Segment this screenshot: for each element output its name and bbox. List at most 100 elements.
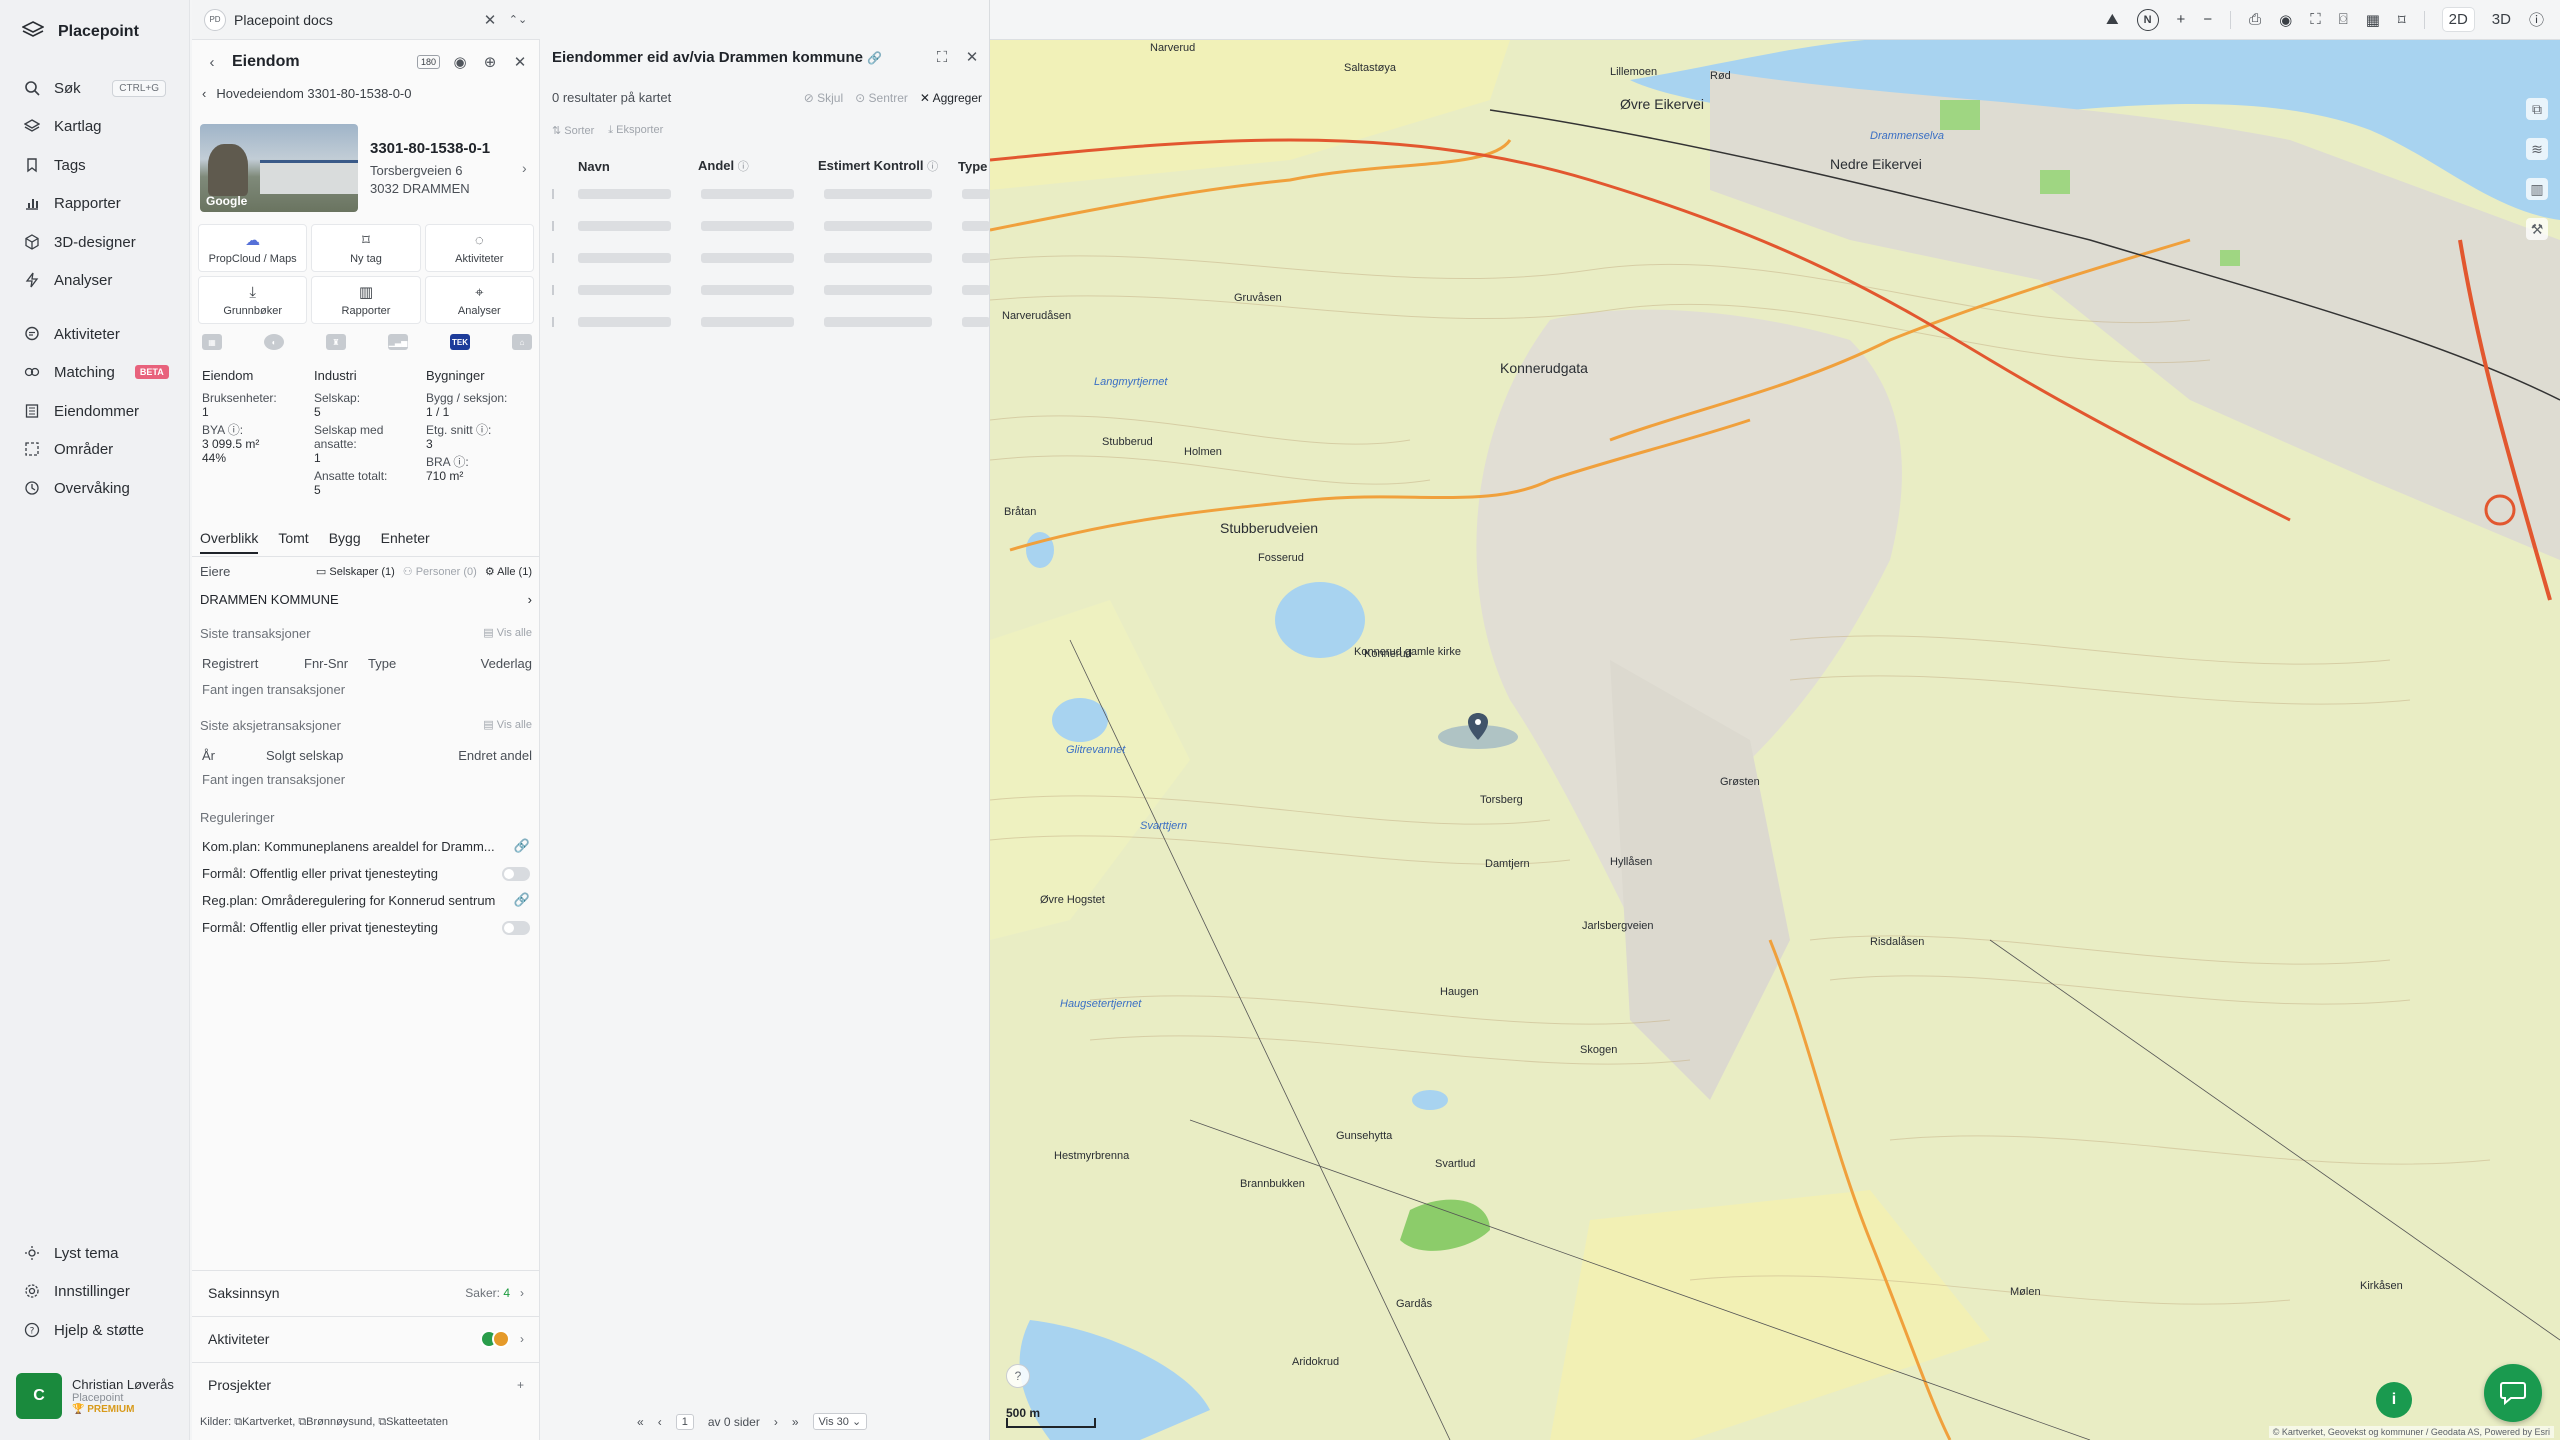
column-header-control[interactable]: Estimert Kontroll ⓘ: [818, 158, 958, 174]
eye-icon[interactable]: ◉: [2279, 11, 2292, 29]
eye-icon[interactable]: ◉: [450, 53, 470, 71]
bar-chart-icon[interactable]: ▥: [2526, 178, 2548, 200]
nav-item-layers[interactable]: Kartlag: [0, 110, 190, 142]
nav-item-light-theme[interactable]: Lyst tema: [0, 1237, 190, 1269]
link-icon[interactable]: 🔗: [514, 892, 530, 908]
compass-icon[interactable]: N: [2136, 8, 2159, 31]
bookmark-icon[interactable]: ⌑: [2398, 11, 2406, 29]
page-input[interactable]: 1: [675, 1413, 694, 1430]
info-button[interactable]: i: [2376, 1382, 2412, 1418]
activities-section[interactable]: Aktiviteter ›: [192, 1316, 540, 1360]
next-page-icon[interactable]: ›: [774, 1415, 778, 1429]
nav-item-monitoring[interactable]: Overvåking: [0, 472, 190, 504]
fullscreen-icon[interactable]: ⛶: [932, 49, 952, 66]
case-access-section[interactable]: Saksinnsyn Saker: 4 ›: [192, 1270, 540, 1314]
prev-page-icon[interactable]: ‹: [658, 1415, 662, 1429]
fullscreen-icon[interactable]: ⛶: [2310, 11, 2321, 28]
aggregate-button[interactable]: ✕ Aggreger: [920, 91, 982, 105]
first-page-icon[interactable]: «: [637, 1415, 644, 1429]
column-header-type[interactable]: Type: [958, 159, 987, 174]
zoom-in-icon[interactable]: +: [2177, 11, 2186, 28]
street-view-photo[interactable]: Google: [200, 124, 358, 212]
projects-section[interactable]: Prosjekter +: [192, 1362, 540, 1406]
filter-persons-chip[interactable]: ⚇ Personer (0): [403, 565, 477, 578]
chevron-right-icon[interactable]: ›: [522, 160, 527, 176]
propcloud-button[interactable]: ☁ PropCloud / Maps: [198, 224, 308, 272]
new-tag-button[interactable]: ⌑ Ny tag: [311, 224, 421, 272]
nav-item-search[interactable]: Søk CTRL+G: [0, 72, 190, 104]
layers-icon[interactable]: ≋: [2526, 138, 2548, 160]
brand[interactable]: Placepoint: [0, 0, 189, 64]
link-icon[interactable]: 🔗: [514, 838, 530, 854]
export-button[interactable]: ⤓ Eksporter: [608, 124, 663, 137]
source-industry-icon[interactable]: ♜: [326, 334, 346, 350]
close-icon[interactable]: ✕: [480, 11, 500, 29]
layer-toggle[interactable]: [502, 866, 530, 881]
filter-all-chip[interactable]: ⚙ Alle (1): [485, 565, 532, 578]
sort-button[interactable]: ⇅ Sorter: [552, 124, 594, 137]
mode-3d-button[interactable]: 3D: [2492, 11, 2511, 28]
activities-button[interactable]: ◌ Aktiviteter: [424, 224, 534, 272]
link-icon[interactable]: 🔗: [867, 51, 882, 65]
layers-3d-icon[interactable]: ⛰: [2106, 11, 2119, 28]
mode-2d-button[interactable]: 2D: [2442, 8, 2474, 31]
column-header-share[interactable]: Andel ⓘ: [698, 158, 818, 174]
see-all-link[interactable]: ▤ Vis alle: [483, 626, 532, 641]
tab-buildings[interactable]: Bygg: [329, 530, 361, 554]
nav-item-matching[interactable]: Matching BETA: [0, 356, 190, 388]
tool-icon[interactable]: ⚒: [2526, 218, 2548, 240]
source-house-icon[interactable]: ⌂: [512, 334, 532, 350]
land-registry-button[interactable]: ⤓ Grunnbøker: [198, 276, 308, 324]
hide-button[interactable]: ⊘ Skjul: [804, 91, 843, 105]
breadcrumb[interactable]: ‹ Hovedeiendom 3301-80-1538-0-0: [202, 86, 411, 101]
back-icon[interactable]: ‹: [202, 54, 222, 71]
nav-item-help[interactable]: ? Hjelp & støtte: [0, 1314, 190, 1346]
reports-button[interactable]: ▥ Rapporter: [311, 276, 421, 324]
center-button[interactable]: ⊙ Sentrer: [855, 91, 908, 105]
close-icon[interactable]: ✕: [510, 53, 530, 71]
see-all-link[interactable]: ▤ Vis alle: [483, 718, 532, 733]
help-icon[interactable]: ?: [1006, 1364, 1030, 1388]
chat-button[interactable]: [2484, 1364, 2542, 1422]
add-project-button[interactable]: +: [517, 1378, 524, 1392]
tab-overview[interactable]: Overblikk: [200, 530, 259, 554]
analyses-button[interactable]: ⌖ Analyser: [424, 276, 534, 324]
expand-collapse-icon[interactable]: ⌃⌄: [508, 13, 528, 26]
column-header-name[interactable]: Navn: [578, 159, 698, 174]
close-icon[interactable]: ✕: [962, 48, 982, 66]
grid-icon[interactable]: ▦: [2366, 11, 2380, 29]
nav-item-settings[interactable]: Innstillinger: [0, 1275, 190, 1307]
info-icon[interactable]: ⓘ: [2529, 9, 2544, 30]
map-view[interactable]: Narverud Saltastøya Lillemoen Rød Øvre E…: [990, 40, 2560, 1440]
nav-item-activities[interactable]: Aktiviteter: [0, 318, 190, 350]
last-page-icon[interactable]: »: [792, 1415, 799, 1429]
source-stats-icon[interactable]: ▁▃▅: [388, 334, 408, 350]
nav-item-properties[interactable]: Eiendommer: [0, 395, 190, 427]
nav-item-tags[interactable]: Tags: [0, 149, 190, 181]
owner-row[interactable]: DRAMMEN KOMMUNE ›: [200, 590, 532, 609]
layer-stack-icon[interactable]: ⧉: [2526, 98, 2548, 120]
workspace-badge[interactable]: PD: [204, 8, 226, 31]
nav-item-3d-designer[interactable]: 3D-designer: [0, 226, 190, 258]
nav-item-analyses[interactable]: Analyser: [0, 264, 190, 296]
tab-lot[interactable]: Tomt: [278, 530, 308, 554]
per-page-select[interactable]: Vis 30 ⌄: [812, 1413, 868, 1430]
tab-units[interactable]: Enheter: [381, 530, 430, 554]
print-icon[interactable]: ⎙: [2249, 11, 2261, 28]
tag-count-button[interactable]: 180: [416, 55, 440, 69]
layer-toggle[interactable]: [502, 920, 530, 935]
source-tek-icon[interactable]: TEK: [450, 334, 470, 350]
workspace-title[interactable]: Placepoint docs: [234, 12, 472, 28]
user-card[interactable]: C Christian Løverås Placepoint 🏆 PREMIUM: [16, 1368, 186, 1424]
regulation-row[interactable]: Kom.plan: Kommuneplanens arealdel for Dr…: [202, 838, 530, 854]
camera-icon[interactable]: ⌼: [2339, 11, 2348, 28]
filter-companies-chip[interactable]: ▭ Selskaper (1): [316, 565, 395, 578]
nav-item-areas[interactable]: Områder: [0, 433, 190, 465]
regulation-row[interactable]: Reg.plan: Områderegulering for Konnerud …: [202, 892, 530, 908]
nav-item-reports[interactable]: Rapporter: [0, 187, 190, 219]
zoom-out-icon[interactable]: −: [2203, 11, 2212, 28]
add-circle-icon[interactable]: ⊕: [480, 53, 500, 71]
source-globe-icon[interactable]: ◐: [264, 334, 284, 350]
chat-bubble-icon: [2500, 1382, 2526, 1406]
source-grid-icon[interactable]: ▦: [202, 334, 222, 350]
